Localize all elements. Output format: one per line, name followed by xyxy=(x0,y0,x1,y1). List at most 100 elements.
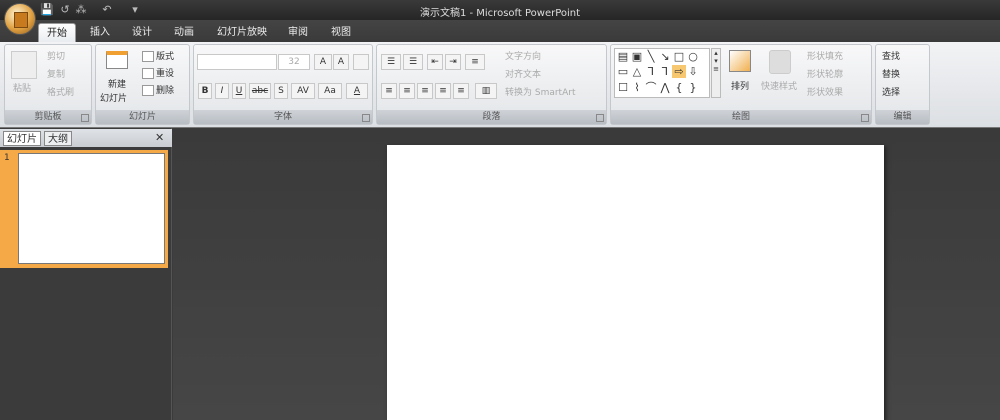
drawing-group: ▤ ▣ ╲ ↘ □ ○ ▭ △ ⅂ ⅂ ⇨ ⇩ ☐ ⌇ ⌒ ⋀{} ▴ ▾ ≡ 排列 快速样式 形状填充 形状轮廓… xyxy=(610,44,872,125)
shape-item[interactable]: □ xyxy=(672,50,686,63)
increase-indent-button[interactable]: ⇥ xyxy=(445,54,461,70)
italic-button[interactable]: I xyxy=(215,83,229,99)
grow-font-button[interactable]: A xyxy=(314,54,332,70)
delete-button[interactable]: 删除 xyxy=(142,83,174,96)
paste-button[interactable]: 粘贴 xyxy=(13,81,31,94)
slides-group: 新建 幻灯片 版式 重设 删除 幻灯片 xyxy=(95,44,190,125)
change-case-button[interactable]: Aa xyxy=(318,83,342,99)
tab-view[interactable]: 视图 xyxy=(323,23,359,42)
office-button[interactable] xyxy=(4,3,36,35)
clear-format-button[interactable] xyxy=(353,54,369,70)
shape-item[interactable]: ↘ xyxy=(658,50,672,63)
line-spacing-button[interactable]: ≡ xyxy=(465,54,485,70)
shape-outline-button[interactable]: 形状轮廓 xyxy=(807,67,843,80)
arrange-button[interactable]: 排列 xyxy=(731,79,749,92)
align-right-button[interactable]: ≡ xyxy=(417,83,433,99)
dialog-launcher-icon[interactable] xyxy=(81,114,89,122)
dialog-launcher-icon[interactable] xyxy=(596,114,604,122)
text-direction-button[interactable]: 文字方向 xyxy=(505,49,541,62)
shape-item[interactable]: ⋀ xyxy=(658,81,672,94)
shape-item[interactable]: ⌒ xyxy=(644,81,658,94)
align-left-button[interactable]: ≡ xyxy=(381,83,397,99)
tab-review[interactable]: 审阅 xyxy=(280,23,316,42)
shape-item[interactable]: } xyxy=(686,81,700,94)
tab-design[interactable]: 设计 xyxy=(124,23,160,42)
group-label: 编辑 xyxy=(876,110,929,124)
new-slide-label[interactable]: 新建 xyxy=(108,77,126,90)
shape-fill-button[interactable]: 形状填充 xyxy=(807,49,843,62)
bold-button[interactable]: B xyxy=(198,83,212,99)
shape-item[interactable]: ▣ xyxy=(630,50,644,63)
font-name-select[interactable] xyxy=(197,54,277,70)
new-slide-button[interactable]: 幻灯片 xyxy=(100,91,127,104)
undo-icon[interactable]: ↺ xyxy=(58,3,72,17)
layout-button[interactable]: 版式 xyxy=(142,49,174,62)
bullets-button[interactable]: ☰ xyxy=(381,54,401,70)
shape-item[interactable]: { xyxy=(672,81,686,94)
shape-item[interactable]: ⅂ xyxy=(644,65,658,78)
tab-home[interactable]: 开始 xyxy=(38,23,76,42)
gallery-scrollbar[interactable]: ▴ ▾ ≡ xyxy=(711,48,721,98)
shape-item[interactable]: ⌇ xyxy=(630,81,644,94)
numbering-button[interactable]: ☰ xyxy=(403,54,423,70)
shape-item[interactable]: ⇩ xyxy=(686,65,700,78)
layout-label: 版式 xyxy=(156,52,175,62)
select-button[interactable]: 选择 xyxy=(882,85,900,98)
slide-number: 1 xyxy=(4,153,10,163)
reset-button[interactable]: 重设 xyxy=(142,66,174,79)
slide-canvas[interactable] xyxy=(387,145,884,420)
delete-icon xyxy=(142,85,154,96)
group-label: 绘图 xyxy=(611,110,871,124)
font-color-button[interactable]: A xyxy=(346,83,368,99)
tab-outline[interactable]: 大纲 xyxy=(44,131,72,146)
decrease-indent-button[interactable]: ⇤ xyxy=(427,54,443,70)
strikethrough-button[interactable]: abc xyxy=(249,83,271,99)
cut-button[interactable]: 剪切 xyxy=(47,49,65,62)
char-spacing-button[interactable]: AV xyxy=(291,83,315,99)
shapes-gallery[interactable]: ▤ ▣ ╲ ↘ □ ○ ▭ △ ⅂ ⅂ ⇨ ⇩ ☐ ⌇ ⌒ ⋀{} xyxy=(614,48,710,98)
shape-effects-button[interactable]: 形状效果 xyxy=(807,85,843,98)
replace-button[interactable]: 替换 xyxy=(882,67,900,80)
quick-styles-icon xyxy=(769,50,791,74)
find-button[interactable]: 查找 xyxy=(882,49,900,62)
font-size-select[interactable]: 32 xyxy=(278,54,310,70)
dialog-launcher-icon[interactable] xyxy=(861,114,869,122)
group-label: 字体 xyxy=(194,110,372,124)
shape-item[interactable]: ⇨ xyxy=(672,65,686,79)
shape-item[interactable]: ○ xyxy=(686,50,700,63)
shape-item[interactable]: ⅂ xyxy=(658,65,672,78)
shrink-font-button[interactable]: A xyxy=(333,54,349,70)
shadow-button[interactable]: S xyxy=(274,83,288,99)
save-icon[interactable]: 💾 xyxy=(40,3,54,17)
tab-animation[interactable]: 动画 xyxy=(166,23,202,42)
window-title: 演示文稿1 - Microsoft PowerPoint xyxy=(419,8,581,19)
tab-slideshow[interactable]: 幻灯片放映 xyxy=(209,23,275,42)
shape-item[interactable]: ╲ xyxy=(644,50,658,63)
align-text-button[interactable]: 对齐文本 xyxy=(505,67,541,80)
editing-group: 查找 替换 选择 编辑 xyxy=(875,44,930,125)
close-pane-icon[interactable]: ✕ xyxy=(155,131,164,144)
align-center-button[interactable]: ≡ xyxy=(399,83,415,99)
delete-label: 删除 xyxy=(156,86,175,96)
tab-insert[interactable]: 插入 xyxy=(82,23,118,42)
convert-smartart-button[interactable]: 转换为 SmartArt xyxy=(505,85,575,98)
format-painter-button[interactable]: 格式刷 xyxy=(47,85,74,98)
quick-styles-button[interactable]: 快速样式 xyxy=(761,79,797,92)
tab-slides[interactable]: 幻灯片 xyxy=(3,131,41,146)
shape-item[interactable]: ☐ xyxy=(616,81,630,94)
paste-icon xyxy=(11,51,37,79)
shape-item[interactable]: ▭ xyxy=(616,65,630,78)
shape-item[interactable]: ▤ xyxy=(616,50,630,63)
slide-thumbnail[interactable] xyxy=(18,153,165,264)
reset-icon xyxy=(142,68,154,79)
redo-icon[interactable]: ↶ xyxy=(94,3,120,17)
justify-button[interactable]: ≡ xyxy=(435,83,451,99)
dialog-launcher-icon[interactable] xyxy=(362,114,370,122)
distribute-button[interactable]: ≡ xyxy=(453,83,469,99)
customize-qat-icon[interactable]: ▾ xyxy=(128,3,142,17)
copy-button[interactable]: 复制 xyxy=(47,67,65,80)
underline-button[interactable]: U xyxy=(232,83,246,99)
find-icon[interactable]: ⁂ xyxy=(74,3,88,17)
columns-button[interactable]: ▥ xyxy=(475,83,497,99)
shape-item[interactable]: △ xyxy=(630,65,644,78)
